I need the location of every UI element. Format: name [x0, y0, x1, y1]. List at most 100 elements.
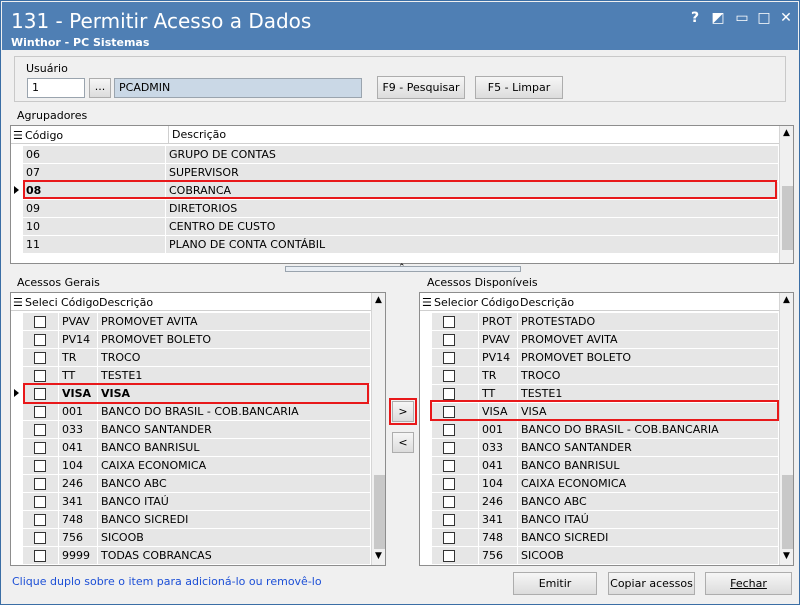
- col-selecionado-header[interactable]: Selecion: [25, 296, 58, 309]
- column-menu-icon[interactable]: ☰: [422, 296, 432, 309]
- select-checkbox[interactable]: [34, 514, 46, 526]
- select-checkbox[interactable]: [34, 334, 46, 346]
- agrupador-row[interactable]: 07 SUPERVISOR: [23, 164, 779, 182]
- access-row[interactable]: 033 BANCO SANTANDER: [23, 421, 371, 439]
- select-checkbox[interactable]: [34, 406, 46, 418]
- select-checkbox[interactable]: [443, 478, 455, 490]
- access-row[interactable]: 341 BANCO ITAÚ: [432, 511, 779, 529]
- usuario-name-field[interactable]: PCADMIN: [114, 78, 362, 98]
- select-checkbox[interactable]: [34, 370, 46, 382]
- access-row[interactable]: PVAV PROMOVET AVITA: [432, 331, 779, 349]
- select-checkbox[interactable]: [443, 550, 455, 562]
- select-checkbox[interactable]: [443, 460, 455, 472]
- select-checkbox[interactable]: [443, 424, 455, 436]
- col-selecionado-header[interactable]: Selecionad: [434, 296, 478, 309]
- select-checkbox[interactable]: [34, 352, 46, 364]
- access-row[interactable]: 104 CAIXA ECONOMICA: [23, 457, 371, 475]
- select-checkbox[interactable]: [443, 316, 455, 328]
- access-row[interactable]: 001 BANCO DO BRASIL - COB.BANCARIA: [432, 421, 779, 439]
- col-codigo-header[interactable]: Código: [481, 296, 519, 309]
- access-row[interactable]: TR TROCO: [23, 349, 371, 367]
- agrupador-row[interactable]: 08 COBRANCA: [23, 182, 779, 200]
- access-row[interactable]: 246 BANCO ABC: [432, 493, 779, 511]
- access-row[interactable]: TT TESTE1: [432, 385, 779, 403]
- close-icon[interactable]: ✕: [776, 10, 796, 26]
- access-row[interactable]: 246 BANCO ABC: [23, 475, 371, 493]
- agrupador-row[interactable]: 11 PLANO DE CONTA CONTÁBIL: [23, 236, 779, 254]
- agrupador-row[interactable]: 09 DIRETORIOS: [23, 200, 779, 218]
- agrupador-row[interactable]: 06 GRUPO DE CONTAS: [23, 146, 779, 164]
- copiar-acessos-button[interactable]: Copiar acessos: [608, 572, 695, 595]
- select-checkbox[interactable]: [34, 424, 46, 436]
- select-checkbox[interactable]: [34, 442, 46, 454]
- select-checkbox[interactable]: [34, 496, 46, 508]
- select-checkbox[interactable]: [443, 442, 455, 454]
- access-row[interactable]: VISA VISA: [23, 385, 371, 403]
- scroll-down-icon[interactable]: ▼: [783, 551, 790, 561]
- chevron-up-icon[interactable]: ⌃: [398, 263, 406, 273]
- acessos-disponiveis-scrollbar[interactable]: ▲ ▼: [779, 293, 793, 565]
- pesquisar-button[interactable]: F9 - Pesquisar: [377, 76, 465, 99]
- usuario-code-field[interactable]: 1: [27, 78, 85, 98]
- col-descricao-header[interactable]: Descrição: [520, 296, 574, 309]
- select-checkbox[interactable]: [34, 550, 46, 562]
- access-row[interactable]: 341 BANCO ITAÚ: [23, 493, 371, 511]
- access-row[interactable]: 748 BANCO SICREDI: [23, 511, 371, 529]
- usuario-lookup-button[interactable]: ...: [89, 78, 111, 98]
- select-checkbox[interactable]: [443, 532, 455, 544]
- help-icon[interactable]: ?: [685, 10, 705, 26]
- select-checkbox[interactable]: [443, 496, 455, 508]
- scroll-thumb[interactable]: [374, 475, 385, 549]
- select-checkbox[interactable]: [443, 388, 455, 400]
- access-row[interactable]: 041 BANCO BANRISUL: [23, 439, 371, 457]
- remove-access-button[interactable]: <: [392, 432, 414, 453]
- limpar-button[interactable]: F5 - Limpar: [475, 76, 563, 99]
- access-row[interactable]: 033 BANCO SANTANDER: [432, 439, 779, 457]
- access-row[interactable]: TT TESTE1: [23, 367, 371, 385]
- col-codigo-header[interactable]: Código: [25, 129, 63, 142]
- minimize-icon[interactable]: ▭: [732, 10, 752, 26]
- access-row[interactable]: VISA VISA: [432, 403, 779, 421]
- select-checkbox[interactable]: [443, 370, 455, 382]
- select-checkbox[interactable]: [34, 460, 46, 472]
- access-row[interactable]: 756 SICOOB: [432, 547, 779, 565]
- access-row[interactable]: 041 BANCO BANRISUL: [432, 457, 779, 475]
- acessos-gerais-scrollbar[interactable]: ▲ ▼: [371, 293, 385, 565]
- select-checkbox[interactable]: [34, 316, 46, 328]
- agrupadores-scrollbar[interactable]: ▲: [779, 126, 793, 263]
- access-row[interactable]: PVAV PROMOVET AVITA: [23, 313, 371, 331]
- select-checkbox[interactable]: [34, 478, 46, 490]
- access-row[interactable]: 104 CAIXA ECONOMICA: [432, 475, 779, 493]
- scroll-thumb[interactable]: [782, 186, 793, 250]
- access-row[interactable]: 756 SICOOB: [23, 529, 371, 547]
- fechar-button[interactable]: Fechar: [705, 572, 792, 595]
- select-checkbox[interactable]: [34, 388, 46, 400]
- select-checkbox[interactable]: [443, 514, 455, 526]
- scroll-up-icon[interactable]: ▲: [783, 128, 790, 138]
- restore-icon[interactable]: ◩: [708, 10, 728, 26]
- select-checkbox[interactable]: [443, 334, 455, 346]
- scroll-up-icon[interactable]: ▲: [783, 295, 790, 305]
- access-row[interactable]: 001 BANCO DO BRASIL - COB.BANCARIA: [23, 403, 371, 421]
- access-row[interactable]: PV14 PROMOVET BOLETO: [23, 331, 371, 349]
- column-menu-icon[interactable]: ☰: [13, 129, 23, 142]
- access-row[interactable]: 9999 TODAS COBRANCAS: [23, 547, 371, 565]
- col-descricao-header[interactable]: Descrição: [168, 126, 226, 144]
- emitir-button[interactable]: Emitir: [513, 572, 597, 595]
- scroll-up-icon[interactable]: ▲: [375, 295, 382, 305]
- access-row[interactable]: PROT PROTESTADO: [432, 313, 779, 331]
- column-menu-icon[interactable]: ☰: [13, 296, 23, 309]
- access-row[interactable]: TR TROCO: [432, 367, 779, 385]
- scroll-down-icon[interactable]: ▼: [375, 551, 382, 561]
- select-checkbox[interactable]: [443, 352, 455, 364]
- agrupador-row[interactable]: 10 CENTRO DE CUSTO: [23, 218, 779, 236]
- scroll-thumb[interactable]: [782, 475, 793, 549]
- add-access-button[interactable]: >: [392, 401, 414, 422]
- select-checkbox[interactable]: [443, 406, 455, 418]
- col-descricao-header[interactable]: Descrição: [99, 296, 153, 309]
- access-row[interactable]: 748 BANCO SICREDI: [432, 529, 779, 547]
- select-checkbox[interactable]: [34, 532, 46, 544]
- col-codigo-header[interactable]: Código: [61, 296, 99, 309]
- maximize-icon[interactable]: □: [754, 10, 774, 26]
- access-row[interactable]: PV14 PROMOVET BOLETO: [432, 349, 779, 367]
